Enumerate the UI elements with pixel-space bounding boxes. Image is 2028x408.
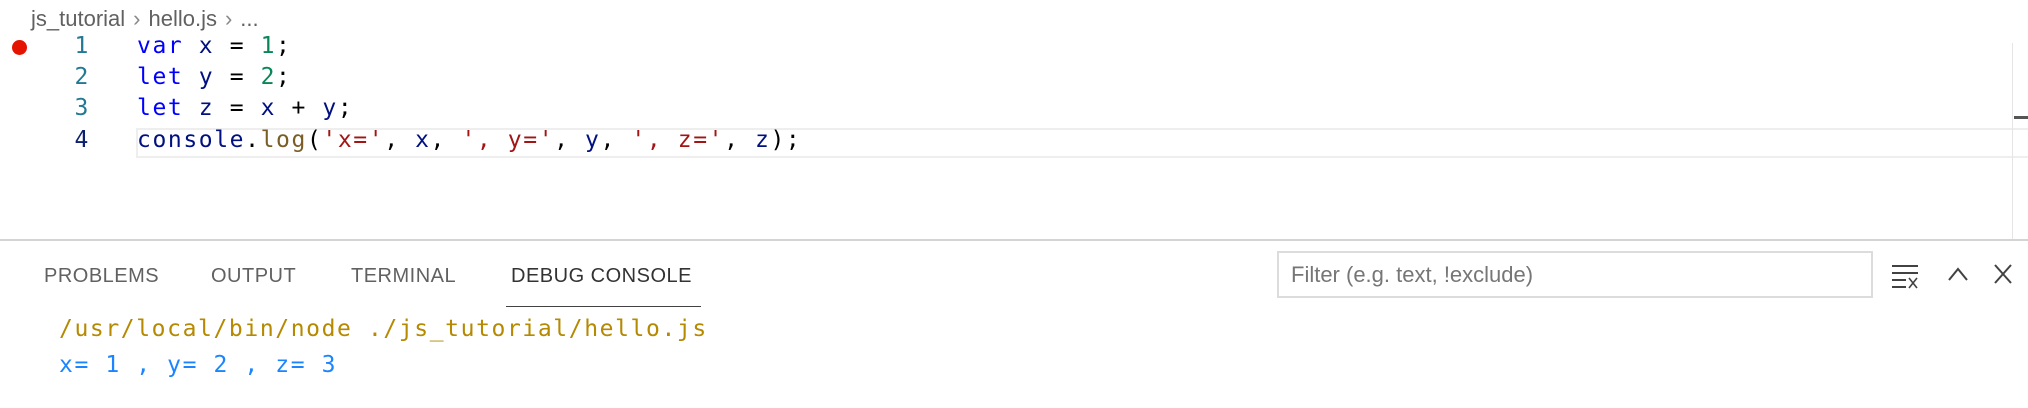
clear-console-icon[interactable] <box>1890 262 1920 295</box>
chevron-right-icon: › <box>133 6 141 31</box>
line-number[interactable]: 1 <box>60 33 90 59</box>
code-token: ( <box>306 127 323 153</box>
console-output-line: x= 1 , y= 2 , z= 3 <box>59 352 338 378</box>
code-token: ', z=' <box>631 127 725 153</box>
code-token: ); <box>770 127 802 153</box>
code-line[interactable]: console.log('x=', x, ', y=', y, ', z=', … <box>137 127 801 153</box>
panel-divider[interactable] <box>0 239 2028 241</box>
line-number[interactable]: 4 <box>60 127 90 153</box>
code-token: var <box>137 33 184 59</box>
code-token: = <box>214 95 261 121</box>
code-token: ; <box>337 95 354 121</box>
breakpoint-icon[interactable] <box>12 40 27 55</box>
code-token: y <box>585 127 601 153</box>
scrollbar-cursor-marker <box>2014 116 2028 119</box>
code-token: x <box>198 33 215 59</box>
close-icon[interactable] <box>1992 263 2014 290</box>
tab-debug-console[interactable]: DEBUG CONSOLE <box>511 265 692 288</box>
tab-problems[interactable]: PROBLEMS <box>44 265 159 288</box>
code-line[interactable]: let z = x + y; <box>137 95 353 121</box>
chevron-up-icon[interactable] <box>1946 264 1970 289</box>
code-token: let <box>137 64 184 90</box>
code-token: = <box>214 33 261 59</box>
tab-terminal[interactable]: TERMINAL <box>351 265 456 288</box>
breadcrumb-folder[interactable]: js_tutorial <box>31 6 125 31</box>
code-token: ; <box>276 33 292 59</box>
active-tab-indicator <box>506 306 701 307</box>
code-token: . <box>245 127 261 153</box>
code-token: log <box>260 127 307 153</box>
line-number[interactable]: 3 <box>60 95 90 121</box>
code-token: = <box>214 64 261 90</box>
code-token: , <box>724 127 755 153</box>
tab-output[interactable]: OUTPUT <box>211 265 296 288</box>
breadcrumb-file[interactable]: hello.js <box>148 6 216 31</box>
code-token: 1 <box>260 33 277 59</box>
code-token: 2 <box>260 64 277 90</box>
code-token: , <box>430 127 462 153</box>
code-token: let <box>137 95 184 121</box>
code-token: x <box>260 95 277 121</box>
code-token: y <box>198 64 215 90</box>
code-token: z <box>755 127 771 153</box>
code-token: y <box>322 95 338 121</box>
code-token: , <box>384 127 416 153</box>
console-output-line: /usr/local/bin/node ./js_tutorial/hello.… <box>59 316 708 342</box>
code-token: x <box>415 127 431 153</box>
code-line[interactable]: let y = 2; <box>137 64 292 90</box>
chevron-right-icon: › <box>224 6 233 31</box>
filter-input[interactable] <box>1277 251 1873 298</box>
breadcrumb-symbols[interactable]: ... <box>240 6 258 31</box>
code-token: 'x=' <box>322 127 385 153</box>
line-number[interactable]: 2 <box>60 64 90 90</box>
code-token: console <box>137 127 246 153</box>
breadcrumb: js_tutorial › hello.js ›... <box>31 6 259 32</box>
scrollbar[interactable] <box>2012 43 2013 240</box>
code-token: + <box>276 95 323 121</box>
code-token: , <box>600 127 632 153</box>
code-token: ; <box>276 64 292 90</box>
code-line[interactable]: var x = 1; <box>137 33 292 59</box>
code-token: ', y=' <box>461 127 555 153</box>
code-token: , <box>554 127 586 153</box>
code-token: z <box>198 95 215 121</box>
